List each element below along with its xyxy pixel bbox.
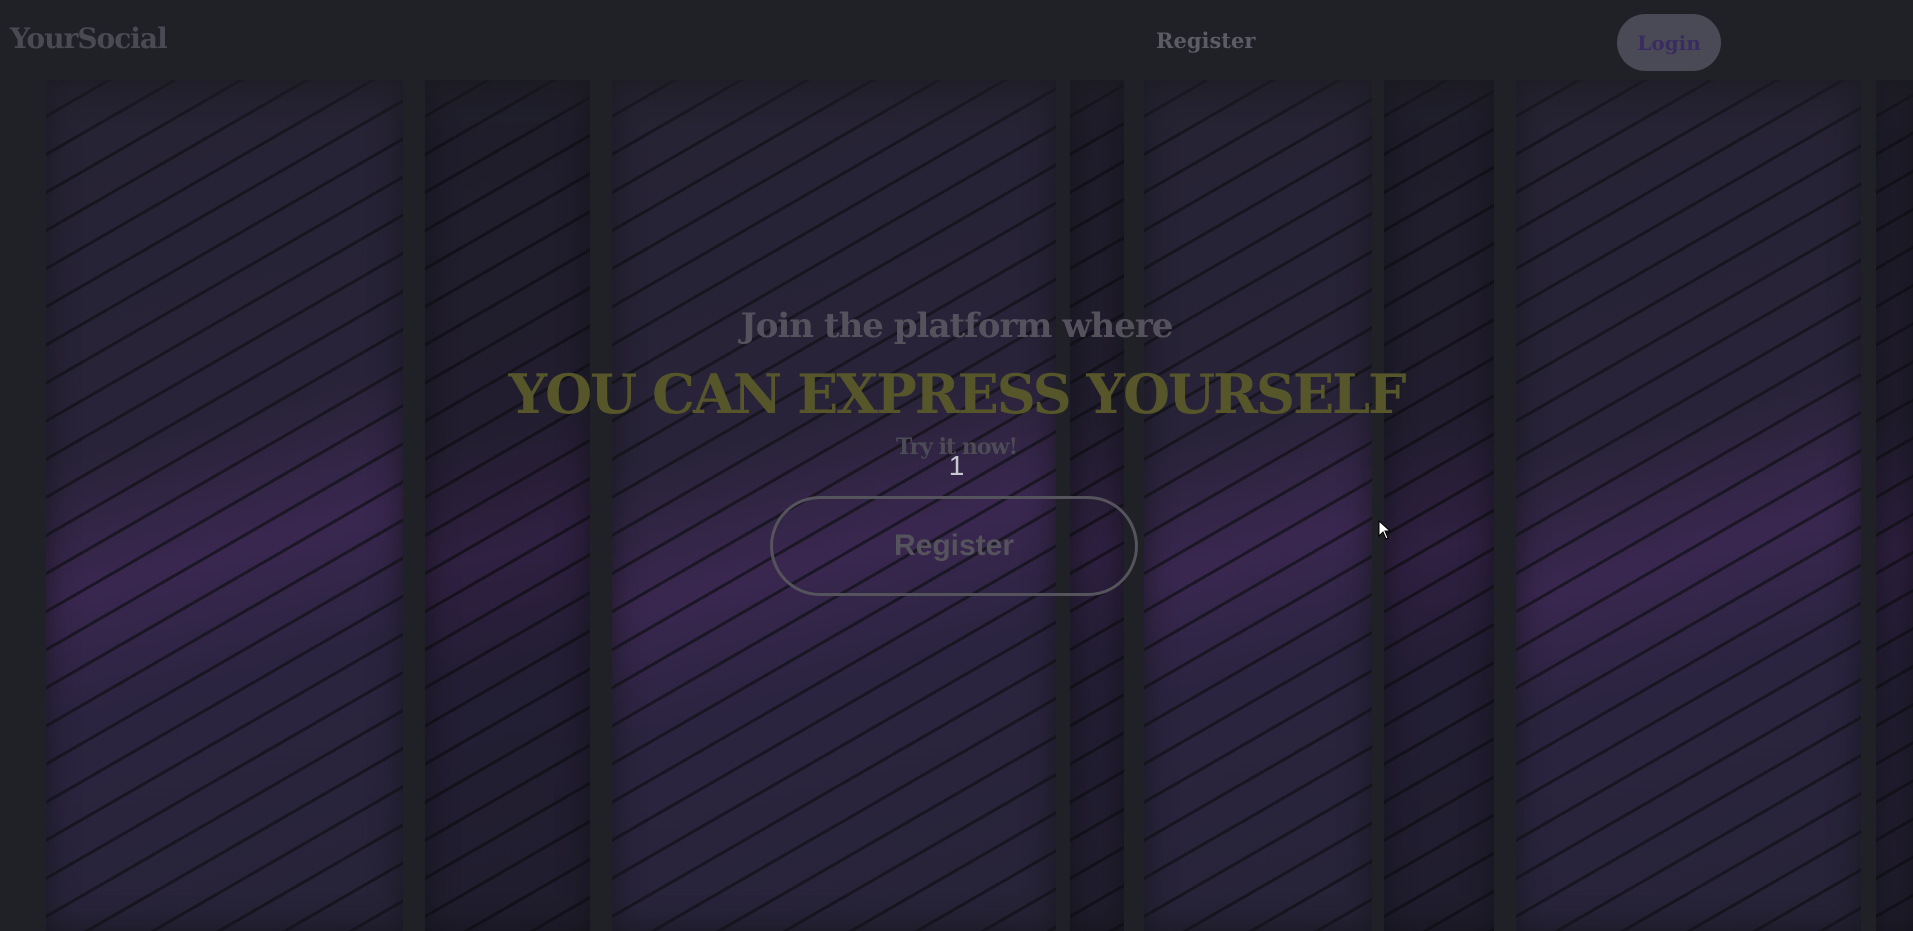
counter-text: 1 bbox=[948, 450, 965, 481]
hero-subtitle: Join the platform where bbox=[740, 306, 1174, 346]
hero-register-button[interactable]: Register bbox=[770, 496, 1138, 596]
mouse-cursor-icon bbox=[1378, 520, 1392, 540]
hero-title: YOU CAN EXPRESS YOURSELF bbox=[508, 362, 1407, 426]
hero-section: Join the platform where YOU CAN EXPRESS … bbox=[0, 0, 1913, 931]
landing-page: YourSocial Register Login Join the platf… bbox=[0, 0, 1913, 931]
